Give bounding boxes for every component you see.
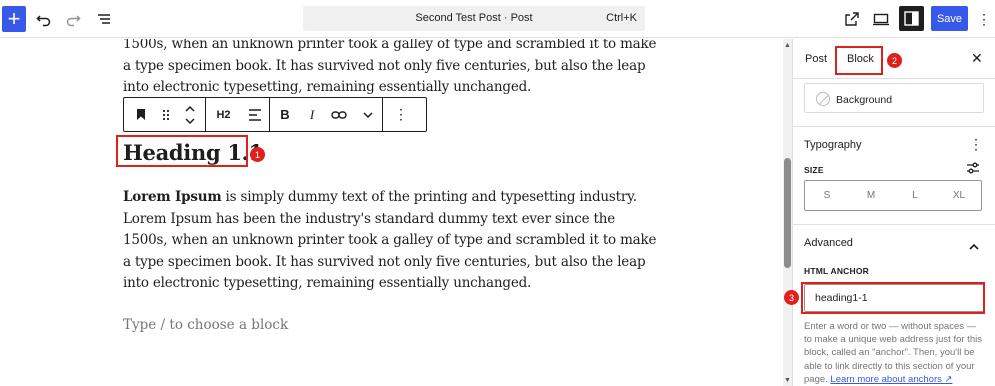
editor-canvas: 1500s, when an unknown printer took a ga…: [0, 39, 792, 386]
paragraph-line: 1500s, when an unknown printer took a ga…: [123, 39, 657, 52]
background-color-control[interactable]: Background: [804, 83, 984, 113]
document-overview-button[interactable]: [94, 7, 114, 31]
save-button[interactable]: Save: [931, 6, 968, 31]
view-post-button[interactable]: [842, 7, 862, 31]
drag-handle-icon: [162, 109, 170, 120]
paragraph-line: into electronic typesetting, remaining e…: [123, 275, 532, 291]
chevron-up-down-icon: [185, 105, 195, 124]
redo-button[interactable]: [63, 7, 83, 31]
paragraph-line: 1500s, when an unknown printer took a ga…: [123, 232, 657, 248]
paragraph-block-top[interactable]: 1500s, when an unknown printer took a ga…: [123, 39, 657, 99]
desktop-icon: [873, 13, 889, 26]
divider: [793, 224, 995, 225]
advanced-panel-title[interactable]: Advanced: [804, 237, 853, 249]
block-options-button[interactable]: ⋮: [383, 98, 419, 131]
preview-button[interactable]: [871, 7, 891, 31]
undo-icon: [36, 15, 51, 27]
undo-button[interactable]: [34, 7, 54, 31]
heading-level-button[interactable]: H2: [206, 98, 241, 131]
more-vertical-icon: ⋮: [977, 10, 991, 27]
move-up-down-buttons[interactable]: [175, 98, 205, 131]
editor-header: + Second Test Post · Post Ctrl+K Save ⋮: [0, 0, 995, 38]
chevron-down-icon: [363, 111, 373, 118]
chevron-up-icon[interactable]: [969, 237, 979, 255]
formatting-group: B I: [270, 98, 383, 131]
tab-post[interactable]: Post: [805, 53, 827, 65]
align-text-button[interactable]: [241, 98, 269, 131]
annotation-box-3: [801, 282, 985, 314]
scroll-up-arrow-icon[interactable]: ▲: [783, 42, 792, 49]
block-inserter-button[interactable]: +: [2, 6, 26, 32]
typography-options-icon[interactable]: ⋮: [969, 136, 983, 153]
bold-icon: B: [280, 107, 290, 122]
command-palette-bar[interactable]: Second Test Post · Post Ctrl+K: [303, 6, 645, 31]
list-view-icon: [98, 14, 110, 24]
plus-icon: +: [7, 6, 21, 31]
close-icon[interactable]: ✕: [971, 50, 983, 67]
link-icon: [331, 110, 347, 119]
heading-controls-group: H2: [206, 98, 270, 131]
link-button[interactable]: [324, 98, 354, 131]
html-anchor-help: Enter a word or two — without spaces — t…: [804, 320, 986, 386]
divider: [793, 126, 995, 127]
align-left-icon: [249, 108, 261, 121]
block-appender-placeholder[interactable]: Type / to choose a block: [123, 317, 288, 333]
html-anchor-label: HTML ANCHOR: [804, 266, 869, 276]
bookmark-icon: [136, 109, 145, 120]
italic-button[interactable]: I: [300, 98, 324, 131]
annotation-box-2: [835, 46, 883, 75]
paragraph-line: Lorem Ipsum has been the industry's stan…: [123, 210, 616, 227]
external-link-icon: [845, 12, 859, 26]
settings-toggle-button[interactable]: [899, 6, 924, 31]
block-type-group: [124, 98, 206, 131]
settings-sliders-icon: [967, 162, 979, 174]
annotation-badge-3: 3: [784, 290, 799, 305]
paragraph-line: Lorem Ipsum is simply dummy text of the …: [123, 187, 637, 209]
size-option-s[interactable]: S: [805, 181, 849, 210]
italic-icon: I: [309, 106, 315, 122]
annotation-badge-1: 1: [250, 147, 265, 162]
paragraph-line: a type specimen book. It has survived no…: [123, 253, 646, 270]
block-type-button[interactable]: [124, 98, 157, 131]
scrollbar-thumb[interactable]: [784, 158, 791, 268]
custom-size-toggle[interactable]: [966, 161, 980, 179]
paragraph-text: is simply dummy text of the printing and…: [221, 189, 638, 205]
block-toolbar: H2 B I ⋮: [123, 97, 427, 132]
document-title: Second Test Post · Post: [415, 12, 533, 24]
bold-text: Lorem Ipsum: [123, 189, 222, 205]
size-option-xl[interactable]: XL: [937, 181, 981, 210]
options-button[interactable]: ⋮: [977, 7, 991, 31]
size-option-l[interactable]: L: [893, 181, 937, 210]
learn-more-anchors-link[interactable]: Learn more about anchors ↗: [830, 374, 952, 385]
options-group: ⋮: [383, 98, 419, 131]
more-formatting-button[interactable]: [354, 98, 382, 131]
bold-button[interactable]: B: [270, 98, 300, 131]
typography-panel-title: Typography: [804, 139, 862, 151]
paragraph-block[interactable]: Lorem Ipsum is simply dummy text of the …: [123, 187, 657, 295]
more-vertical-icon: ⋮: [394, 106, 408, 122]
settings-sidebar: Post Block ✕ Background Typography ⋮ SIZ…: [792, 39, 995, 386]
scroll-down-arrow-icon[interactable]: ▼: [783, 377, 792, 384]
redo-icon: [66, 15, 81, 27]
drag-handle[interactable]: [157, 98, 175, 131]
size-label: SIZE: [804, 165, 824, 175]
shortcut-hint: Ctrl+K: [606, 12, 637, 24]
background-label: Background: [836, 94, 893, 106]
paragraph-line: a type specimen book. It has survived no…: [123, 57, 646, 74]
annotation-box-1: [116, 135, 248, 167]
color-swatch-icon: [816, 92, 830, 106]
sidebar-icon: [904, 11, 919, 26]
paragraph-line: into electronic typesetting, remaining e…: [123, 79, 532, 95]
annotation-badge-2: 2: [887, 53, 902, 68]
font-size-picker: S M L XL: [804, 180, 982, 211]
size-option-m[interactable]: M: [849, 181, 893, 210]
